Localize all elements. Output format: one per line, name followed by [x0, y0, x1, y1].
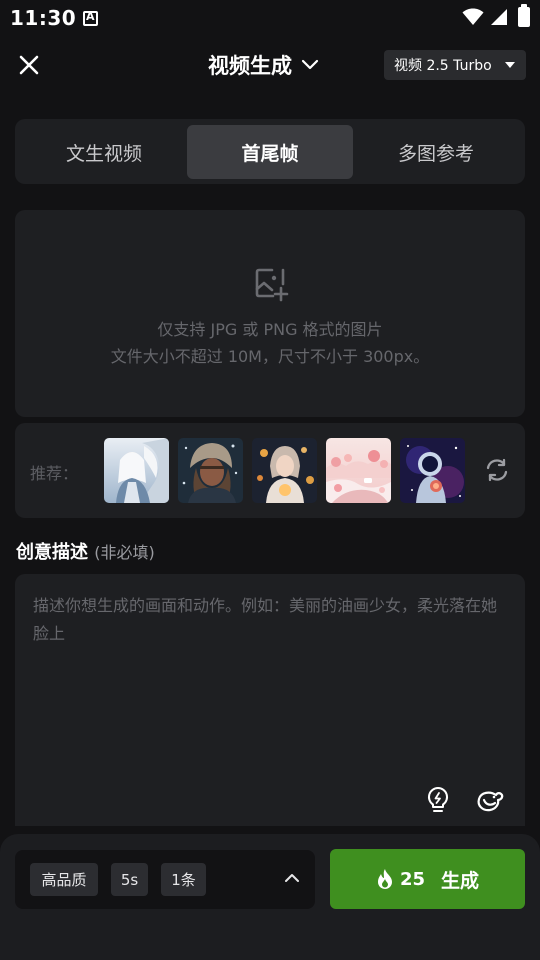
prompt-box — [15, 574, 525, 826]
prompt-input[interactable] — [33, 592, 503, 782]
upload-hint-size: 文件大小不超过 10M，尺寸不小于 300px。 — [110, 347, 430, 366]
thumbnail-image — [104, 438, 169, 503]
notification-app-icon — [83, 10, 98, 26]
thumbnail-image — [400, 438, 465, 503]
duration-chip: 5s — [111, 863, 148, 896]
flame-icon — [377, 869, 392, 889]
tab-label: 多图参考 — [397, 142, 474, 165]
thumbnail-image — [252, 438, 317, 503]
count-chip: 1条 — [161, 863, 206, 896]
model-select[interactable]: 视频 2.5 Turbo — [384, 50, 526, 80]
tab-label: 文生视频 — [65, 142, 142, 165]
recommend-thumbnail[interactable] — [400, 438, 465, 503]
recommend-bar: 推荐： — [15, 423, 525, 518]
model-label: 视频 2.5 Turbo — [394, 58, 492, 74]
thumbnail-image — [326, 438, 391, 503]
recommend-thumbnail[interactable] — [178, 438, 243, 503]
chevron-up-icon — [285, 874, 299, 882]
tab-first-last-frame[interactable]: 首尾帧 — [187, 125, 353, 179]
prompt-optional-label: (非必填) — [94, 543, 155, 562]
recommend-label: 推荐： — [30, 464, 79, 483]
add-image-icon — [255, 268, 289, 302]
tab-multi-image-reference[interactable]: 多图参考 — [353, 125, 519, 179]
image-upload-area[interactable]: 仅支持 JPG 或 PNG 格式的图片 文件大小不超过 10M，尺寸不小于 30… — [15, 210, 525, 417]
header: 视频生成 视频 2.5 Turbo — [0, 36, 540, 94]
lightbulb-icon[interactable] — [425, 786, 451, 814]
tab-label: 首尾帧 — [241, 142, 299, 165]
quality-chip: 高品质 — [30, 863, 98, 896]
prompt-heading: 创意描述 (非必填) — [16, 538, 155, 564]
status-bar: 11:30 — [0, 0, 540, 36]
title-dropdown[interactable]: 视频生成 — [208, 50, 319, 80]
generate-button[interactable]: 25 生成 — [330, 849, 525, 909]
upload-hint-format: 仅支持 JPG 或 PNG 格式的图片 — [157, 320, 383, 339]
generate-label: 生成 — [441, 869, 480, 892]
deepseek-whale-icon[interactable] — [476, 788, 506, 814]
chevron-down-icon — [301, 59, 319, 70]
generate-cost: 25 — [399, 868, 426, 890]
prompt-heading-label: 创意描述 — [16, 542, 88, 563]
mode-tabs: 文生视频 首尾帧 多图参考 — [15, 119, 525, 184]
refresh-icon[interactable] — [484, 457, 510, 483]
bottom-panel: 高品质 5s 1条 25 生成 — [0, 834, 540, 960]
tab-text-to-video[interactable]: 文生视频 — [21, 125, 187, 179]
caret-down-icon — [505, 62, 515, 68]
battery-icon — [518, 4, 530, 27]
wifi-icon — [462, 8, 484, 25]
recommend-thumbnail[interactable] — [104, 438, 169, 503]
signal-icon — [491, 9, 507, 25]
generation-settings-bar[interactable]: 高品质 5s 1条 — [15, 850, 315, 909]
page-title: 视频生成 — [208, 54, 292, 78]
recommend-thumbnail[interactable] — [252, 438, 317, 503]
recommend-thumbnail[interactable] — [326, 438, 391, 503]
close-icon[interactable] — [14, 50, 44, 80]
status-time: 11:30 — [10, 6, 77, 30]
thumbnail-image — [178, 438, 243, 503]
